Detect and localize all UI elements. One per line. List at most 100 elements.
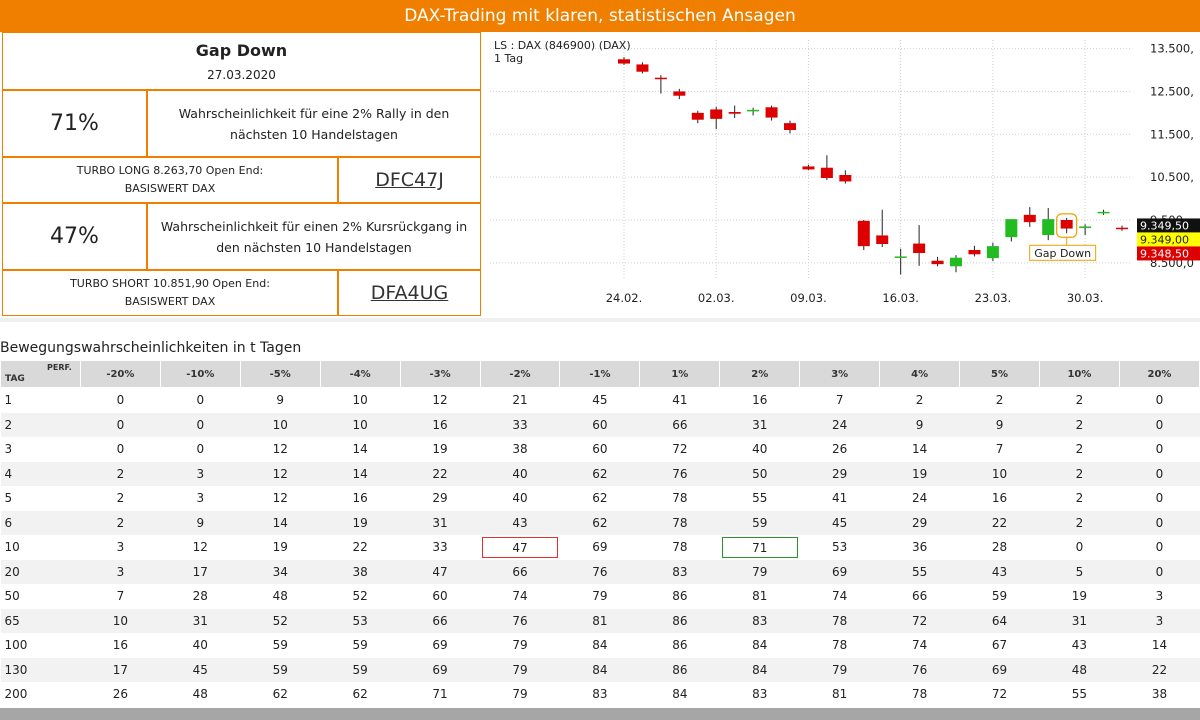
candle-body[interactable] — [894, 256, 907, 258]
table-cell: 14 — [879, 437, 960, 462]
table-cell: 17 — [80, 657, 161, 682]
table-cell: 59 — [240, 633, 321, 658]
table-cell: 2 — [1039, 412, 1120, 437]
table-cell: 59 — [320, 633, 401, 658]
column-header: 10% — [1038, 360, 1120, 388]
column-header: -20% — [79, 360, 161, 388]
table-cell: 43 — [959, 559, 1040, 584]
rally-percentage: 71% — [50, 111, 99, 136]
candle-body[interactable] — [747, 109, 760, 112]
table-cell: 76 — [480, 608, 560, 633]
table-row: 50 7 28 48 52 60 74 79 86 81 74 66 59 19 3 — [0, 584, 1200, 609]
table-cell: 84 — [559, 633, 640, 658]
candle-body[interactable] — [950, 257, 962, 267]
row-tag: 20 — [0, 559, 81, 584]
y-tick-label: 10.500, — [1150, 170, 1194, 184]
table-cell: 78 — [799, 633, 880, 658]
candle-body[interactable] — [839, 175, 852, 182]
column-header: -3% — [399, 360, 481, 388]
row-tag: 50 — [0, 584, 81, 609]
table-cell: 59 — [320, 657, 401, 682]
table-cell: 34 — [240, 559, 321, 584]
price-chart[interactable]: 8.500,09.500,10.500,11.500,12.500,13.500… — [482, 32, 1200, 316]
short-wkn-link[interactable]: DFA4UG — [371, 282, 449, 304]
table-cell: 9 — [959, 412, 1040, 437]
row-tag: 200 — [0, 682, 81, 707]
table-cell: 55 — [879, 559, 960, 584]
table-cell: 31 — [400, 510, 481, 535]
table-cell: 76 — [879, 657, 960, 682]
table-cell: 33 — [480, 412, 560, 437]
candle-body[interactable] — [913, 243, 926, 253]
bottom-scrollbar[interactable] — [0, 708, 1200, 720]
table-cell: 9 — [160, 510, 241, 535]
row-tag: 10 — [0, 535, 81, 560]
drop-text-box: Wahrscheinlichkeit für einen 2% Kursrück… — [147, 203, 481, 270]
candle-body[interactable] — [1023, 214, 1036, 223]
candle-body[interactable] — [986, 246, 999, 259]
candle-body[interactable] — [820, 167, 833, 178]
table-cell: 0 — [80, 387, 161, 413]
candle-body[interactable] — [876, 235, 889, 244]
candle-body[interactable] — [802, 166, 815, 170]
candle-body[interactable] — [728, 112, 741, 114]
candle-body[interactable] — [1005, 219, 1018, 238]
table-cell: 22 — [1119, 657, 1200, 682]
table-cell: 0 — [80, 412, 161, 437]
candle-body[interactable] — [1042, 219, 1055, 235]
table-cell: 86 — [639, 584, 720, 609]
table-cell: 52 — [320, 584, 401, 609]
table-cell: 0 — [1039, 535, 1120, 560]
table-cell: 59 — [959, 584, 1040, 609]
long-wkn-link[interactable]: DFC47J — [375, 169, 444, 191]
column-header: -10% — [159, 360, 241, 388]
candle-body[interactable] — [765, 107, 778, 118]
rally-description: Wahrscheinlichkeit für eine 2% Rally in … — [178, 105, 450, 142]
candle-body[interactable] — [1060, 220, 1073, 229]
table-cell: 62 — [559, 510, 640, 535]
candle-body[interactable] — [673, 91, 686, 96]
candle-body[interactable] — [968, 250, 981, 255]
short-product-name: TURBO SHORT 10.851,90 Open End: — [70, 277, 270, 290]
table-row: 2 0 0 10 10 16 33 60 66 31 24 9 9 2 0 — [0, 412, 1200, 437]
table-cell: 79 — [719, 559, 800, 584]
table-cell: 62 — [559, 486, 640, 511]
candle-body[interactable] — [931, 260, 944, 265]
candle-body[interactable] — [1116, 227, 1128, 230]
table-cell: 14 — [1119, 633, 1200, 658]
candle-body[interactable] — [618, 59, 630, 64]
table-cell: 14 — [320, 437, 401, 462]
gap-date: 27.03.2020 — [207, 67, 276, 82]
chart-legend-text: LS : DAX (846900) (DAX) — [494, 39, 631, 52]
table-row: 10 3 12 19 22 33 47 69 78 71 53 36 28 0 0 — [0, 535, 1200, 560]
candle-body[interactable] — [710, 109, 723, 119]
table-cell: 45 — [799, 510, 880, 535]
table-cell: 19 — [320, 510, 401, 535]
table-cell: 2 — [1039, 510, 1120, 535]
table-row: 20 3 17 34 38 47 66 76 83 79 69 55 43 5 0 — [0, 559, 1200, 584]
candle-body[interactable] — [1097, 211, 1110, 214]
y-tick-label: 12.500, — [1150, 84, 1194, 98]
table-cell: 78 — [639, 535, 720, 560]
table-cell: 3 — [160, 461, 241, 486]
candle-body[interactable] — [654, 77, 667, 80]
row-tag: 130 — [0, 657, 81, 682]
table-cell: 81 — [799, 682, 880, 707]
table-cell: 79 — [559, 584, 640, 609]
price-label-text: 9.349,50 — [1140, 219, 1189, 232]
table-cell: 72 — [639, 437, 720, 462]
table-cell: 26 — [80, 682, 161, 707]
table-cell: 74 — [480, 584, 560, 609]
candle-body[interactable] — [691, 112, 704, 120]
table-cell: 2 — [80, 486, 161, 511]
table-cell: 72 — [959, 682, 1040, 707]
candle-body[interactable] — [636, 64, 649, 72]
table-cell: 2 — [1039, 387, 1120, 413]
candle-body[interactable] — [857, 220, 870, 247]
x-tick-label: 23.03. — [975, 291, 1012, 305]
row-tag: 100 — [0, 633, 81, 658]
candle-body[interactable] — [1079, 226, 1092, 228]
y-tick-label: 11.500, — [1150, 127, 1194, 141]
candle-body[interactable] — [784, 123, 796, 130]
table-cell: 7 — [799, 387, 880, 413]
